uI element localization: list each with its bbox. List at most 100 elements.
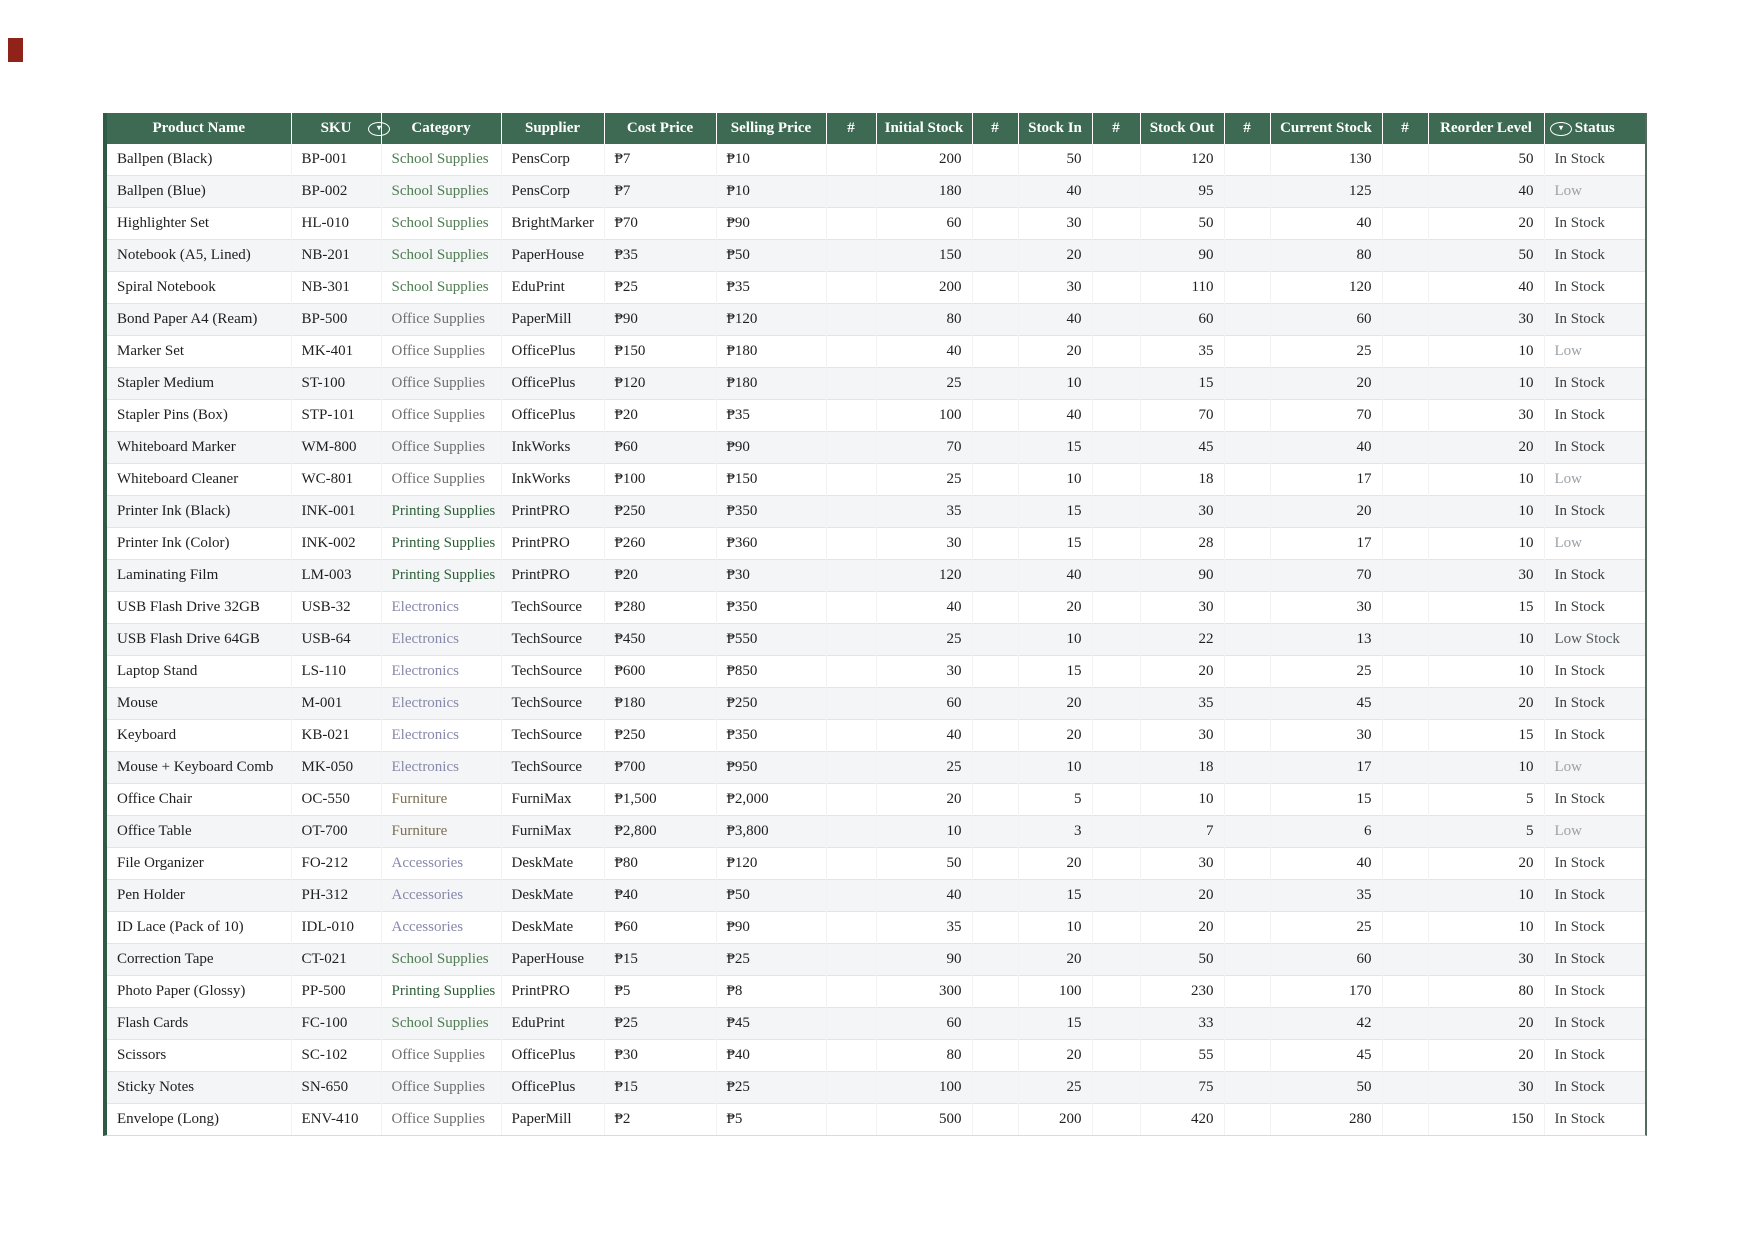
cell-sku: ST-100 xyxy=(290,367,381,400)
cell-h1 xyxy=(825,495,876,528)
cell-selling: ₱25 xyxy=(715,943,826,976)
cell-h5 xyxy=(1381,527,1428,560)
cell-stockout: 90 xyxy=(1139,559,1224,592)
hidden-columns-indicator-icon[interactable]: ▾ xyxy=(1550,122,1572,136)
cell-current: 60 xyxy=(1269,303,1382,336)
cell-status: In Stock xyxy=(1543,1007,1645,1040)
cell-h2 xyxy=(971,335,1018,368)
cell-current: 280 xyxy=(1269,1103,1382,1135)
cell-current: 35 xyxy=(1269,879,1382,912)
inventory-table: Product Name SKU Category Supplier Cost Pric… xyxy=(107,113,1645,1135)
cell-h1 xyxy=(825,687,876,720)
cell-current: 25 xyxy=(1269,335,1382,368)
cell-reorder: 20 xyxy=(1427,847,1544,880)
cell-product: Envelope (Long) xyxy=(107,1103,291,1135)
inventory-table-container: Product Name SKU Category Supplier Cost Pric… xyxy=(103,113,1647,1136)
cell-product: Office Chair xyxy=(107,783,291,816)
cell-h4 xyxy=(1223,591,1270,624)
column-header-h4: # xyxy=(1223,113,1270,144)
cell-h1 xyxy=(825,271,876,304)
cell-stockout: 30 xyxy=(1139,495,1224,528)
cell-initial: 100 xyxy=(875,1071,972,1104)
cell-supplier: EduPrint xyxy=(500,1007,604,1040)
cell-stockin: 40 xyxy=(1017,175,1092,208)
cell-cost: ₱60 xyxy=(603,911,716,944)
cell-stockin: 20 xyxy=(1017,1039,1092,1072)
cell-selling: ₱950 xyxy=(715,751,826,784)
cell-current: 25 xyxy=(1269,655,1382,688)
cell-stockin: 15 xyxy=(1017,655,1092,688)
cell-h4 xyxy=(1223,463,1270,496)
cell-supplier: BrightMarker xyxy=(500,207,604,240)
cell-initial: 30 xyxy=(875,527,972,560)
cell-category: School Supplies xyxy=(380,207,501,240)
cell-selling: ₱350 xyxy=(715,495,826,528)
cell-selling: ₱90 xyxy=(715,207,826,240)
cell-h3 xyxy=(1091,815,1140,848)
cell-current: 17 xyxy=(1269,463,1382,496)
cell-h3 xyxy=(1091,399,1140,432)
cell-current: 60 xyxy=(1269,943,1382,976)
table-row: Ballpen (Black) BP-001 School Supplies Pens… xyxy=(107,144,1645,176)
cell-stockout: 75 xyxy=(1139,1071,1224,1104)
cell-h1 xyxy=(825,463,876,496)
cell-h2 xyxy=(971,559,1018,592)
cell-h1 xyxy=(825,175,876,208)
cell-category: Office Supplies xyxy=(380,1103,501,1135)
table-row: Printer Ink (Color) INK-002 Printing Suppl… xyxy=(107,527,1645,560)
cell-h2 xyxy=(971,144,1018,176)
cell-sku: FC-100 xyxy=(290,1007,381,1040)
cell-status: In Stock xyxy=(1543,239,1645,272)
cell-h5 xyxy=(1381,207,1428,240)
cell-selling: ₱90 xyxy=(715,911,826,944)
cell-h5 xyxy=(1381,943,1428,976)
cell-initial: 20 xyxy=(875,783,972,816)
cell-h2 xyxy=(971,879,1018,912)
cell-status: Low xyxy=(1543,815,1645,848)
cell-reorder: 30 xyxy=(1427,399,1544,432)
cell-h2 xyxy=(971,623,1018,656)
cell-initial: 60 xyxy=(875,1007,972,1040)
cell-supplier: OfficePlus xyxy=(500,1071,604,1104)
cell-initial: 25 xyxy=(875,463,972,496)
cell-h3 xyxy=(1091,591,1140,624)
cell-sku: SC-102 xyxy=(290,1039,381,1072)
cell-current: 13 xyxy=(1269,623,1382,656)
column-header-h5: # xyxy=(1381,113,1428,144)
cell-initial: 500 xyxy=(875,1103,972,1135)
hidden-columns-indicator-icon[interactable]: ▾ xyxy=(368,122,390,136)
cell-category: Printing Supplies xyxy=(380,527,501,560)
cell-category: School Supplies xyxy=(380,144,501,176)
cell-stockout: 50 xyxy=(1139,943,1224,976)
cell-category: Electronics xyxy=(380,655,501,688)
cell-current: 40 xyxy=(1269,847,1382,880)
cell-cost: ₱2 xyxy=(603,1103,716,1135)
cell-stockout: 33 xyxy=(1139,1007,1224,1040)
cell-h1 xyxy=(825,719,876,752)
cell-reorder: 5 xyxy=(1427,815,1544,848)
cell-cost: ₱150 xyxy=(603,335,716,368)
cell-h2 xyxy=(971,655,1018,688)
cell-reorder: 40 xyxy=(1427,271,1544,304)
cell-stockout: 90 xyxy=(1139,239,1224,272)
cell-category: School Supplies xyxy=(380,239,501,272)
cell-h2 xyxy=(971,751,1018,784)
cell-reorder: 30 xyxy=(1427,943,1544,976)
cell-h3 xyxy=(1091,207,1140,240)
cell-stockin: 5 xyxy=(1017,783,1092,816)
cell-h2 xyxy=(971,271,1018,304)
cell-stockin: 30 xyxy=(1017,271,1092,304)
cell-cost: ₱80 xyxy=(603,847,716,880)
cell-initial: 200 xyxy=(875,271,972,304)
cell-stockin: 20 xyxy=(1017,687,1092,720)
cell-product: ID Lace (Pack of 10) xyxy=(107,911,291,944)
cell-sku: OC-550 xyxy=(290,783,381,816)
cell-current: 80 xyxy=(1269,239,1382,272)
cell-h1 xyxy=(825,559,876,592)
cell-stockout: 15 xyxy=(1139,367,1224,400)
cell-current: 15 xyxy=(1269,783,1382,816)
cell-stockin: 20 xyxy=(1017,239,1092,272)
cell-reorder: 10 xyxy=(1427,911,1544,944)
cell-sku: CT-021 xyxy=(290,943,381,976)
cell-initial: 30 xyxy=(875,655,972,688)
